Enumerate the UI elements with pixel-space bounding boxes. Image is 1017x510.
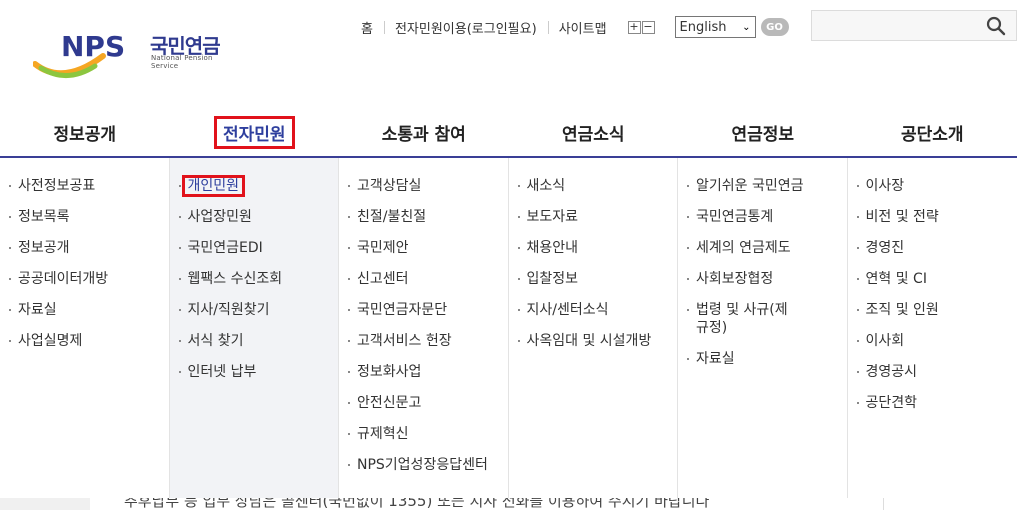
menu-item[interactable]: 채용안내 bbox=[509, 239, 678, 257]
gnb-label: 정보공개 bbox=[53, 124, 117, 145]
menu-item[interactable]: 정보목록 bbox=[0, 208, 169, 226]
menu-item[interactable]: 안전신문고 bbox=[339, 394, 508, 412]
gnb-pension-news[interactable]: 연금소식 bbox=[509, 108, 679, 156]
menu-item[interactable]: 이사회 bbox=[848, 332, 1017, 350]
gnb-label: 연금소식 bbox=[561, 124, 625, 145]
menu-item[interactable]: 경영공시 bbox=[848, 363, 1017, 381]
menu-item[interactable]: 정보공개 bbox=[0, 239, 169, 257]
zoom-in-button[interactable]: + bbox=[627, 20, 641, 34]
menu-item[interactable]: 자료실 bbox=[0, 301, 169, 319]
content-bar bbox=[0, 498, 90, 510]
go-button[interactable]: GO bbox=[760, 18, 789, 36]
gnb-label: 공단소개 bbox=[900, 124, 964, 145]
search-icon[interactable] bbox=[986, 16, 1006, 36]
menu-item[interactable]: 규제혁신 bbox=[339, 425, 508, 443]
menu-item[interactable]: 서식 찾기 bbox=[170, 332, 339, 350]
menu-item[interactable]: NPS기업성장응답센터 bbox=[339, 456, 508, 474]
menu-item[interactable]: 친절/불친절 bbox=[339, 208, 508, 226]
menu-item[interactable]: 지사/직원찾기 bbox=[170, 301, 339, 319]
menu-item[interactable]: 입찰정보 bbox=[509, 270, 678, 288]
gnb-label: 소통과 참여 bbox=[381, 124, 466, 145]
logo-english: National Pension Service bbox=[151, 54, 213, 70]
menu-item[interactable]: 사업실명제 bbox=[0, 332, 169, 350]
menu-col-e-civil: 개인민원 사업장민원 국민연금EDI 웹팩스 수신조회 지사/직원찾기 서식 찾… bbox=[169, 158, 339, 498]
menu-item[interactable]: 비전 및 전략 bbox=[848, 208, 1017, 226]
utility-nav: 홈 전자민원이용(로그인필요) 사이트맵 + − English ⌄ GO bbox=[350, 16, 789, 38]
gnb-info-disclosure[interactable]: 정보공개 bbox=[0, 108, 170, 156]
menu-item[interactable]: 사전정보공표 bbox=[0, 177, 169, 195]
search-input[interactable] bbox=[811, 10, 1017, 41]
chevron-down-icon: ⌄ bbox=[742, 21, 751, 33]
e-civil-link[interactable]: 전자민원이용(로그인필요) bbox=[383, 18, 548, 37]
menu-col-about: 이사장 비전 및 전략 경영진 연혁 및 CI 조직 및 인원 이사회 경영공시… bbox=[848, 158, 1017, 498]
gnb-about[interactable]: 공단소개 bbox=[848, 108, 1017, 156]
menu-item[interactable]: 웹팩스 수신조회 bbox=[170, 270, 339, 288]
menu-col-pension-news: 새소식 보도자료 채용안내 입찰정보 지사/센터소식 사옥임대 및 시설개방 bbox=[509, 158, 678, 498]
menu-item[interactable]: 신고센터 bbox=[339, 270, 508, 288]
menu-item[interactable]: 사옥임대 및 시설개방 bbox=[509, 332, 678, 350]
menu-item[interactable]: 국민연금자문단 bbox=[339, 301, 508, 319]
menu-item[interactable]: 국민제안 bbox=[339, 239, 508, 257]
menu-item[interactable]: 경영진 bbox=[848, 239, 1017, 257]
divider bbox=[883, 498, 884, 510]
menu-item-personal-civil[interactable]: 개인민원 bbox=[170, 175, 339, 197]
font-zoom: + − bbox=[627, 20, 655, 34]
menu-item[interactable]: 국민연금EDI bbox=[170, 239, 339, 257]
nps-logo-mark: NPS bbox=[33, 30, 125, 78]
menu-item-label: 개인민원 bbox=[181, 175, 246, 197]
sitemap-link[interactable]: 사이트맵 bbox=[547, 18, 618, 37]
gnb-label: 전자민원 bbox=[213, 115, 295, 149]
logo-text: NPS bbox=[61, 30, 125, 63]
notice-text: 추후납부 등 업무 상담은 콜센터(국번없이 1355) 또는 지사 전화를 이… bbox=[124, 498, 710, 510]
menu-item[interactable]: 새소식 bbox=[509, 177, 678, 195]
menu-item[interactable]: 자료실 bbox=[678, 350, 847, 368]
menu-item[interactable]: 인터넷 납부 bbox=[170, 363, 339, 381]
page-content-peek: 추후납부 등 업무 상담은 콜센터(국번없이 1355) 또는 지사 전화를 이… bbox=[0, 498, 1017, 510]
nps-logo[interactable]: NPS 국민연금 National Pension Service bbox=[33, 26, 233, 82]
mega-menu: 사전정보공표 정보목록 정보공개 공공데이터개방 자료실 사업실명제 개인민원 … bbox=[0, 158, 1017, 498]
gnb-e-civil[interactable]: 전자민원 bbox=[170, 108, 340, 156]
menu-item[interactable]: 조직 및 인원 bbox=[848, 301, 1017, 319]
gnb-communication[interactable]: 소통과 참여 bbox=[339, 108, 509, 156]
menu-item[interactable]: 고객상담실 bbox=[339, 177, 508, 195]
menu-item[interactable]: 지사/센터소식 bbox=[509, 301, 678, 319]
gnb-pension-info[interactable]: 연금정보 bbox=[678, 108, 848, 156]
language-selected: English bbox=[679, 19, 727, 35]
global-nav: 정보공개 전자민원 소통과 참여 연금소식 연금정보 공단소개 bbox=[0, 108, 1017, 158]
menu-col-info-disclosure: 사전정보공표 정보목록 정보공개 공공데이터개방 자료실 사업실명제 bbox=[0, 158, 170, 498]
menu-item[interactable]: 공공데이터개방 bbox=[0, 270, 169, 288]
menu-item[interactable]: 사업장민원 bbox=[170, 208, 339, 226]
zoom-out-button[interactable]: − bbox=[641, 20, 655, 34]
menu-col-pension-info: 알기쉬운 국민연금 국민연금통계 세계의 연금제도 사회보장협정 법령 및 사규… bbox=[678, 158, 848, 498]
menu-item[interactable]: 알기쉬운 국민연금 bbox=[678, 177, 847, 195]
menu-item[interactable]: 법령 및 사규(제규정) bbox=[678, 301, 788, 337]
menu-col-communication: 고객상담실 친절/불친절 국민제안 신고센터 국민연금자문단 고객서비스 헌장 … bbox=[339, 158, 509, 498]
menu-item[interactable]: 사회보장협정 bbox=[678, 270, 847, 288]
menu-item[interactable]: 보도자료 bbox=[509, 208, 678, 226]
menu-item[interactable]: 국민연금통계 bbox=[678, 208, 847, 226]
menu-item[interactable]: 정보화사업 bbox=[339, 363, 508, 381]
menu-item[interactable]: 세계의 연금제도 bbox=[678, 239, 847, 257]
menu-item[interactable]: 연혁 및 CI bbox=[848, 270, 1017, 288]
home-link[interactable]: 홈 bbox=[350, 18, 384, 37]
gnb-label: 연금정보 bbox=[731, 124, 795, 145]
menu-item[interactable]: 고객서비스 헌장 bbox=[339, 332, 508, 350]
menu-item[interactable]: 공단견학 bbox=[848, 394, 1017, 412]
menu-item[interactable]: 이사장 bbox=[848, 177, 1017, 195]
language-select[interactable]: English ⌄ bbox=[674, 16, 756, 38]
